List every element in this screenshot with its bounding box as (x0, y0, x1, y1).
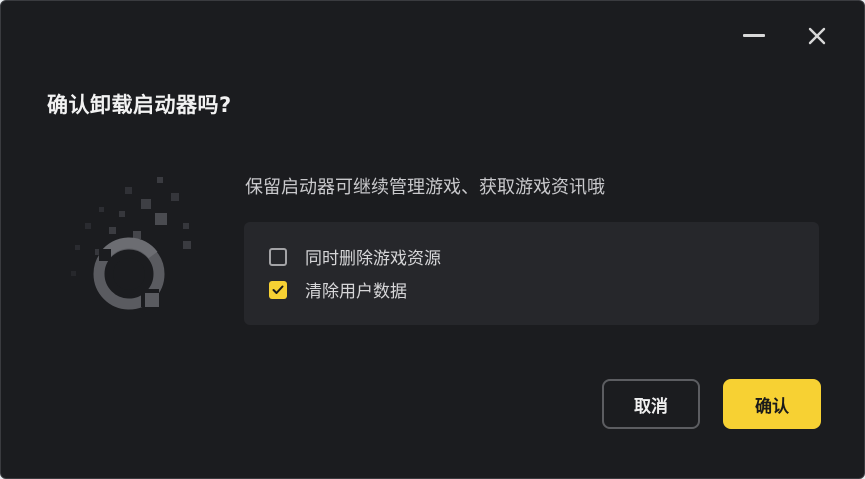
options-panel: 同时删除游戏资源 清除用户数据 (244, 222, 819, 325)
uninstall-dialog: 确认卸载启动器吗? 保留启动器可继续管理游戏、获取游戏资讯哦 同时删除游戏资源 … (0, 0, 865, 479)
confirm-button[interactable]: 确认 (723, 379, 821, 429)
delete-game-resources-option[interactable]: 同时删除游戏资源 (269, 244, 441, 269)
checkmark-icon (272, 285, 284, 294)
minimize-icon (743, 34, 765, 37)
clear-user-data-label: 清除用户数据 (305, 282, 407, 302)
cancel-button[interactable]: 取消 (602, 379, 700, 429)
dialog-title: 确认卸载启动器吗? (47, 93, 232, 117)
launcher-logo-icon (59, 171, 219, 321)
delete-game-resources-label: 同时删除游戏资源 (305, 249, 441, 269)
close-icon (808, 27, 826, 45)
clear-user-data-option[interactable]: 清除用户数据 (269, 277, 407, 302)
delete-game-resources-checkbox[interactable] (269, 247, 287, 266)
minimize-button[interactable] (737, 19, 771, 53)
clear-user-data-checkbox[interactable] (269, 280, 287, 299)
close-button[interactable] (800, 19, 834, 53)
dialog-message: 保留启动器可继续管理游戏、获取游戏资讯哦 (245, 177, 605, 198)
